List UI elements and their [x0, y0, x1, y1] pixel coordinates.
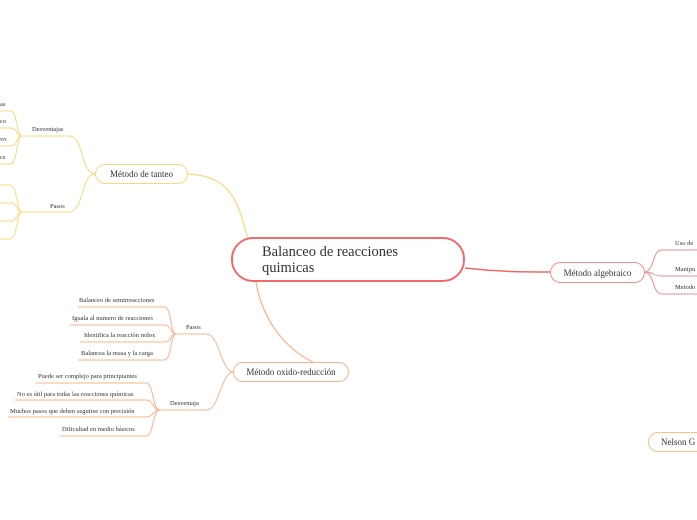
subtopic-algebraico-manipu[interactable]: Manipu: [675, 266, 695, 274]
subtopic-paso-iguala-numero[interactable]: Iguala al numero de reacciones: [72, 315, 153, 323]
topic-metodo-algebraico-label: Método algebraico: [563, 267, 632, 278]
central-topic[interactable]: Balanceo de reacciones quimicas: [231, 237, 465, 282]
subtopic-desventaja-item-3[interactable]: vo: [0, 136, 7, 144]
link-central-tanteo: [187, 173, 249, 241]
central-topic-title: Balanceo de reacciones quimicas: [262, 244, 399, 276]
link-central-alg: [464, 267, 551, 273]
topic-metodo-oxido-reduccion[interactable]: Método oxido-reducción: [233, 362, 349, 382]
subtopic-desventaja-complejo[interactable]: Puede ser complejo para principiantes: [38, 373, 137, 381]
subtopic-desventaja-item-4[interactable]: cs: [0, 154, 5, 162]
topic-metodo-algebraico[interactable]: Método algebraico: [550, 262, 645, 283]
subtopic-paso-balanceo-semirreacciones[interactable]: Balanceo de semirreacciones: [79, 297, 154, 305]
subtopic-desventaja-item-1[interactable]: as: [0, 101, 5, 109]
floating-topic-nelson[interactable]: Nelson G: [648, 432, 697, 452]
subtopic-paso-identifica-redox[interactable]: Identifica la reacción redox: [84, 332, 155, 340]
subtopic-paso-balancea-masa[interactable]: Balancea la masa y la carga: [81, 350, 153, 358]
topic-metodo-oxido-reduccion-label: Método oxido-reducción: [246, 367, 336, 377]
topic-metodo-de-tanteo[interactable]: Método de tanteo: [95, 164, 188, 184]
subtopic-desventaja-no-util[interactable]: No es útil para todas las reacciones quí…: [17, 391, 133, 399]
subtopic-desventaja-item-2[interactable]: co: [0, 118, 6, 126]
subtopic-algebraico-uso[interactable]: Uso de: [675, 240, 693, 248]
link-central-redox: [255, 281, 350, 373]
subtopic-desventajas[interactable]: Desventajas: [32, 126, 63, 134]
subtopic-desventaja-medio-basico[interactable]: Dificultad en medio básicos: [62, 426, 135, 434]
subtopic-pasos-tanteo[interactable]: Pasos: [50, 203, 65, 211]
subtopic-desventaja-redox[interactable]: Desventaja: [170, 400, 199, 408]
subtopic-desventaja-muchos-pasos[interactable]: Muchos pasos que deben seguirse con prec…: [10, 408, 135, 416]
subtopic-pasos-redox[interactable]: Pasos: [186, 324, 201, 332]
subtopic-algebraico-metodo[interactable]: Metodo: [675, 284, 695, 292]
floating-topic-nelson-label: Nelson G: [661, 437, 696, 447]
topic-metodo-de-tanteo-label: Método de tanteo: [110, 169, 173, 179]
